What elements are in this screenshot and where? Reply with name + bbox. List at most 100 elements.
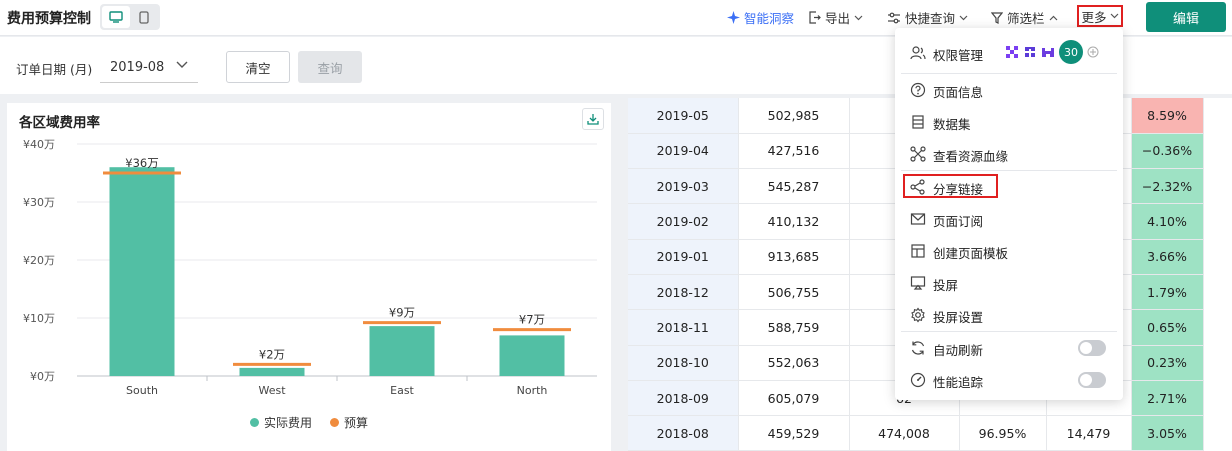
table-cell-c2: 474,008 <box>849 415 960 451</box>
more-button[interactable]: 更多 <box>1077 5 1123 27</box>
bar-chart: ¥40万 ¥30万 ¥20万 ¥10万 ¥0万 ¥36万 South ¥2万 West ¥9万 Ea… <box>23 138 597 397</box>
x-tick-label: South <box>126 384 158 397</box>
legend-dot <box>249 418 259 427</box>
edit-button[interactable]: 编辑 <box>1146 2 1226 32</box>
chevron-down-icon <box>176 61 188 68</box>
quick-query-label: 快捷查询 <box>905 11 956 26</box>
chevron-down-icon <box>959 15 968 20</box>
table-cell-date: 2019-02 <box>628 203 739 240</box>
auto-refresh-toggle[interactable] <box>1078 340 1106 356</box>
table-cell-pct: 0.23% <box>1131 345 1204 381</box>
menu-item-cast-settings[interactable]: 投屏设置 <box>895 299 1123 331</box>
page-title: 费用预算控制 <box>7 11 91 27</box>
chevron-down-icon <box>1110 13 1118 19</box>
help-circle-icon <box>910 82 926 98</box>
legend-label: 实际费用 <box>263 416 312 430</box>
export-button[interactable]: 导出 <box>808 8 863 27</box>
menu-item-create-template[interactable]: 创建页面模板 <box>895 235 1123 267</box>
menu-label: 投屏 <box>933 278 959 293</box>
menu-label: 查看资源血缘 <box>933 149 1009 164</box>
share-link-highlight <box>903 174 998 198</box>
legend-item-budget[interactable]: 预算 <box>330 414 368 431</box>
gear-icon <box>911 307 925 323</box>
filter-bar-toggle[interactable]: 筛选栏 <box>991 8 1058 27</box>
table-cell-pct: 3.66% <box>1131 239 1204 275</box>
desktop-view-button[interactable] <box>102 6 130 28</box>
menu-item-cast[interactable]: 投屏 <box>895 267 1123 299</box>
more-menu: 权限管理 30 页面信息 数据集 查看资源血缘 分享链接 页面订阅 创建页面模板… <box>895 28 1123 400</box>
table-cell-pct: 1.79% <box>1131 274 1204 311</box>
table-cell-c1: 506,755 <box>738 274 850 311</box>
menu-item-lineage[interactable]: 查看资源血缘 <box>895 138 1123 170</box>
chart-legend: 实际费用 预算 <box>7 414 611 431</box>
table-cell-date: 2018-10 <box>628 345 739 381</box>
table-cell-pct: −2.32% <box>1131 168 1204 205</box>
table-cell-c1: 545,287 <box>738 168 850 205</box>
menu-label: 页面信息 <box>933 85 984 100</box>
filter-bar-label: 筛选栏 <box>1007 11 1045 26</box>
chevron-up-icon <box>1049 15 1057 20</box>
template-icon <box>911 244 925 258</box>
gauge-icon <box>910 372 926 388</box>
table-cell-pct: 2.71% <box>1131 380 1204 417</box>
table-cell-date: 2019-03 <box>628 168 739 205</box>
perf-trace-toggle[interactable] <box>1078 372 1106 388</box>
table-cell-c1: 605,079 <box>738 380 850 417</box>
download-button[interactable] <box>582 108 604 130</box>
table-cell-date: 2019-01 <box>628 239 739 275</box>
menu-label: 投屏设置 <box>933 310 984 325</box>
table-cell-c4: 14,479 <box>1046 415 1132 451</box>
x-tick-label: North <box>517 384 548 397</box>
refresh-icon <box>911 341 925 355</box>
monitor-icon <box>109 11 123 23</box>
legend-item-actual[interactable]: 实际费用 <box>249 414 312 431</box>
bar-data-label: ¥7万 <box>519 313 545 327</box>
table-cell-c3: 96.95% <box>959 415 1047 451</box>
table-cell-c1: 552,063 <box>738 345 850 381</box>
query-button[interactable]: 查询 <box>298 51 362 83</box>
y-tick-label: ¥10万 <box>23 312 55 325</box>
users-icon <box>910 46 926 60</box>
menu-label: 创建页面模板 <box>933 246 1009 261</box>
bar-west <box>239 367 305 376</box>
add-circle-icon <box>1087 46 1099 58</box>
sparkle-icon <box>727 11 740 24</box>
quick-query-button[interactable]: 快捷查询 <box>887 8 968 27</box>
table-cell-c1: 427,516 <box>738 133 850 170</box>
order-date-label: 订单日期 (月) <box>16 62 93 77</box>
menu-item-auto-refresh[interactable]: 自动刷新 <box>895 332 1123 364</box>
table-cell-pct: 8.59% <box>1131 98 1204 134</box>
mail-icon <box>910 213 926 225</box>
table-cell-date: 2019-05 <box>628 98 739 134</box>
menu-item-dataset[interactable]: 数据集 <box>895 106 1123 138</box>
lineage-icon <box>910 146 926 162</box>
table-cell-pct: 0.65% <box>1131 309 1204 346</box>
menu-item-page-info[interactable]: 页面信息 <box>895 74 1123 106</box>
y-tick-label: ¥0万 <box>30 370 55 383</box>
table-cell-date: 2018-12 <box>628 274 739 311</box>
mobile-view-button[interactable] <box>130 6 158 28</box>
bar-north <box>499 335 565 376</box>
order-date-select[interactable]: 2019-08 <box>100 53 198 83</box>
menu-item-perf-trace[interactable]: 性能追踪 <box>895 364 1123 396</box>
member-avatars[interactable]: 30 <box>1005 40 1099 64</box>
device-toggle[interactable] <box>100 4 160 30</box>
avatar <box>1025 47 1035 57</box>
chart-card: ¥40万 ¥30万 ¥20万 ¥10万 ¥0万 ¥36万 South ¥2万 West ¥9万 Ea… <box>7 103 611 451</box>
menu-item-subscribe[interactable]: 页面订阅 <box>895 203 1123 235</box>
y-tick-label: ¥40万 <box>23 138 55 151</box>
export-label: 导出 <box>825 11 851 26</box>
menu-label: 数据集 <box>933 117 971 132</box>
table-cell-date: 2019-04 <box>628 133 739 170</box>
menu-label: 性能追踪 <box>933 375 984 390</box>
menu-item-permission[interactable]: 权限管理 30 <box>895 35 1123 69</box>
clear-button[interactable]: 清空 <box>226 51 290 83</box>
x-tick-label: West <box>258 384 286 397</box>
dataset-icon <box>912 115 924 129</box>
chart-title: 各区域费用率 <box>19 115 100 131</box>
more-label: 更多 <box>1081 9 1107 25</box>
sliders-icon <box>888 12 900 23</box>
ai-insight-label: 智能洞察 <box>744 11 795 26</box>
ai-insight-button[interactable]: 智能洞察 <box>727 8 794 27</box>
funnel-icon <box>991 11 1003 24</box>
